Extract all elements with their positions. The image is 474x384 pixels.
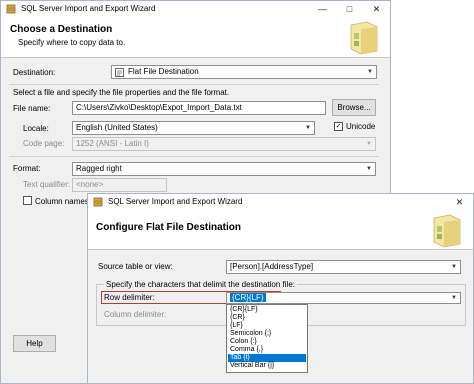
code-page-label: Code page: [23, 139, 65, 148]
dropdown-option[interactable]: {CR} [228, 314, 306, 322]
column-names-checkbox[interactable] [23, 196, 32, 205]
chevron-down-icon[interactable]: ▼ [448, 293, 460, 303]
file-name-input[interactable]: C:\Users\Zivko\Desktop\Expot_Import_Data… [72, 101, 326, 115]
unicode-checkbox[interactable]: ✓ [334, 122, 343, 131]
back-header: Choose a Destination Specify where to co… [1, 17, 390, 58]
locale-select[interactable]: English (United States) ▼ [72, 121, 315, 135]
wizard-folder-icon [350, 21, 378, 55]
flat-file-icon [115, 68, 124, 77]
help-button[interactable]: Help [13, 335, 56, 352]
column-delimiter-label: Column delimiter: [104, 310, 167, 319]
text-qualifier-value: <none> [76, 180, 104, 189]
row-delimiter-value: {CR}{LF} [230, 293, 266, 302]
format-value: Ragged right [76, 164, 122, 173]
code-page-select[interactable]: 1252 (ANSI - Latin I) ▼ [72, 137, 376, 151]
dropdown-option-selected[interactable]: Tab {t} [228, 354, 306, 362]
page-title: Choose a Destination [10, 24, 113, 35]
text-qualifier-label: Text qualifier: [23, 180, 71, 189]
destination-label: Destination: [13, 68, 56, 77]
close-icon[interactable]: ✕ [363, 1, 390, 17]
browse-button[interactable]: Browse... [332, 99, 376, 116]
code-page-value: 1252 (ANSI - Latin I) [76, 139, 149, 148]
page-title: Configure Flat File Destination [96, 222, 242, 233]
chevron-down-icon[interactable]: ▼ [363, 163, 375, 175]
row-delimiter-select[interactable]: {CR}{LF} ▼ [226, 292, 461, 304]
unicode-label: Unicode [346, 122, 376, 131]
destination-value: Flat File Destination [128, 67, 199, 76]
dropdown-option[interactable]: Comma {,} [228, 346, 306, 354]
divider [9, 84, 379, 85]
chevron-down-icon[interactable]: ▼ [363, 138, 375, 150]
front-title-bar: SQL Server Import and Export Wizard ✕ [88, 194, 473, 210]
dropdown-option[interactable]: {CR}{LF} [228, 306, 306, 314]
dropdown-option[interactable]: Semicolon {;} [228, 330, 306, 338]
delimiter-group-label: Specify the characters that delimit the … [104, 280, 297, 289]
chevron-down-icon[interactable]: ▼ [448, 261, 460, 273]
source-value: [Person].[AddressType] [230, 262, 314, 271]
chevron-down-icon[interactable]: ▼ [364, 66, 376, 78]
source-label: Source table or view: [98, 262, 173, 271]
front-wizard-window: SQL Server Import and Export Wizard ✕ Co… [87, 193, 474, 384]
back-title-bar: SQL Server Import and Export Wizard — □ … [1, 1, 390, 17]
front-header: Configure Flat File Destination [88, 210, 473, 250]
close-icon[interactable]: ✕ [446, 194, 473, 210]
file-name-label: File name: [13, 104, 51, 113]
wizard-folder-icon [433, 214, 461, 248]
destination-select[interactable]: Flat File Destination ▼ [111, 65, 377, 79]
app-icon [93, 197, 103, 207]
row-delimiter-label: Row delimiter: [104, 293, 155, 302]
page-subtitle: Specify where to copy data to. [18, 38, 126, 47]
locale-label: Locale: [23, 124, 49, 133]
maximize-icon[interactable]: □ [336, 1, 363, 17]
delimiter-dropdown-list[interactable]: {CR}{LF} {CR} {LF} Semicolon {;} Colon {… [226, 304, 308, 373]
dropdown-option[interactable]: {LF} [228, 322, 306, 330]
format-select[interactable]: Ragged right ▼ [72, 162, 376, 176]
dropdown-option[interactable]: Colon {:} [228, 338, 306, 346]
file-name-value: C:\Users\Zivko\Desktop\Expot_Import_Data… [76, 103, 242, 112]
app-icon [6, 4, 16, 14]
chevron-down-icon[interactable]: ▼ [302, 122, 314, 134]
divider [9, 156, 379, 157]
format-label: Format: [13, 164, 41, 173]
back-window-title: SQL Server Import and Export Wizard [21, 4, 156, 13]
minimize-icon[interactable]: — [309, 1, 336, 17]
locale-value: English (United States) [76, 123, 158, 132]
dropdown-option[interactable]: Vertical Bar {|} [228, 362, 306, 370]
source-select[interactable]: [Person].[AddressType] ▼ [226, 260, 461, 274]
front-window-title: SQL Server Import and Export Wizard [108, 197, 243, 206]
instructions-text: Select a file and specify the file prope… [13, 88, 230, 97]
text-qualifier-input[interactable]: <none> [72, 178, 167, 192]
